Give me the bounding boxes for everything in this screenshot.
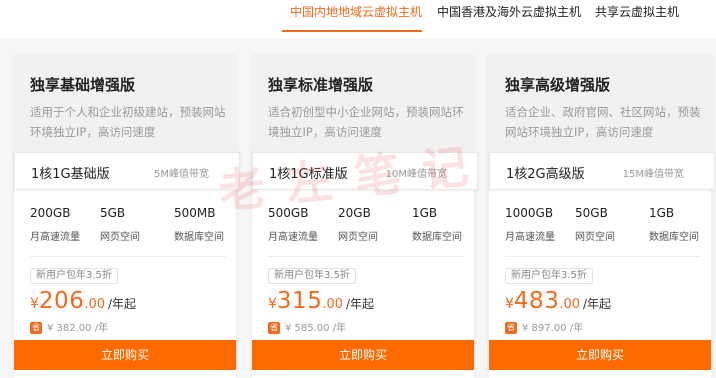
buy-now-button[interactable]: 立即购买 xyxy=(489,340,711,370)
original-price: 省 ¥ 585.00 /年 xyxy=(268,319,346,334)
stat-label: 月高速流量 xyxy=(30,232,80,243)
stat-value: 200GB xyxy=(30,206,71,220)
tab-hongkong-overseas[interactable]: 中国香港及海外云虚拟主机 xyxy=(437,3,581,20)
stat-web-space: 5GB 网页空间 xyxy=(100,206,140,243)
card-header: 独享标准增强版 适合初创型中小企业网站，预装网站环境独立IP，高访问速度 xyxy=(252,56,474,152)
stat-label: 网页空间 xyxy=(575,232,615,243)
original-price: 省 ¥ 382.00 /年 xyxy=(30,319,108,334)
stat-traffic: 1000GB 月高速流量 xyxy=(505,206,555,243)
price: ¥206.00/年起 xyxy=(30,288,136,314)
plan-card-basic: 独享基础增强版 适用于个人和企业初级建站，预装网站环境独立IP，高访问速度 1核… xyxy=(14,56,240,378)
buy-now-button[interactable]: 立即购买 xyxy=(252,340,474,370)
promo-badge: 新用户包年3.5折 xyxy=(268,268,356,284)
tab-mainland[interactable]: 中国内地地域云虚拟主机 xyxy=(290,3,422,20)
currency-symbol: ¥ xyxy=(505,296,514,312)
spec-name: 1核2G高级版 xyxy=(506,167,585,182)
bandwidth-label: 5M峰值带宽 xyxy=(154,169,209,180)
active-tab-indicator xyxy=(282,30,422,32)
original-price: 省 ¥ 897.00 /年 xyxy=(505,319,583,334)
stat-label: 数据库空间 xyxy=(174,232,224,243)
plan-card-standard: 独享标准增强版 适合初创型中小企业网站，预装网站环境独立IP，高访问速度 1核1… xyxy=(252,56,478,378)
spec-selector[interactable]: 1核2G高级版 15M峰值带宽 xyxy=(489,152,715,190)
plan-title: 独享标准增强版 xyxy=(268,76,374,94)
price-integer: 206 xyxy=(38,288,85,314)
spec-selector[interactable]: 1核1G标准版 10M峰值带宽 xyxy=(252,152,478,190)
save-icon: 省 xyxy=(268,322,280,334)
spec-selector[interactable]: 1核1G基础版 5M峰值带宽 xyxy=(14,152,240,190)
plan-title: 独享基础增强版 xyxy=(30,76,136,94)
save-icon: 省 xyxy=(505,322,517,334)
stat-web-space: 50GB 网页空间 xyxy=(575,206,615,243)
spec-name: 1核1G基础版 xyxy=(31,167,110,182)
stat-value: 1GB xyxy=(412,206,438,220)
stat-value: 1GB xyxy=(649,206,675,220)
divider xyxy=(505,256,701,257)
promo-badge: 新用户包年3.5折 xyxy=(30,268,118,284)
stat-label: 数据库空间 xyxy=(649,232,699,243)
bandwidth-label: 10M峰值带宽 xyxy=(385,169,447,180)
stat-label: 月高速流量 xyxy=(268,232,318,243)
price-unit: /年起 xyxy=(346,297,375,311)
bandwidth-label: 15M峰值带宽 xyxy=(622,169,684,180)
price-decimal: .00 xyxy=(559,297,581,312)
stat-value: 500MB xyxy=(174,206,216,220)
stat-value: 1000GB xyxy=(505,206,554,220)
pricing-page: 中国内地地域云虚拟主机 中国香港及海外云虚拟主机 共享云虚拟主机 独享基础增强版… xyxy=(0,0,716,378)
price-unit: /年起 xyxy=(108,297,137,311)
stat-web-space: 20GB 网页空间 xyxy=(338,206,378,243)
spec-name: 1核1G标准版 xyxy=(269,167,348,182)
buy-now-button[interactable]: 立即购买 xyxy=(14,340,236,370)
original-price-text: ¥ 897.00 /年 xyxy=(522,323,584,334)
promo-badge: 新用户包年3.5折 xyxy=(505,268,593,284)
plan-description: 适合初创型中小企业网站，预装网站环境独立IP，高访问速度 xyxy=(268,105,464,139)
card-header: 独享基础增强版 适用于个人和企业初级建站，预装网站环境独立IP，高访问速度 xyxy=(14,56,236,152)
plan-card-advanced: 独享高级增强版 适合企业、政府官网、社区网站，预装网站环境独立IP，高访问速度 … xyxy=(489,56,715,378)
stat-db-space: 1GB 数据库空间 xyxy=(412,206,462,243)
plan-description: 适合企业、政府官网、社区网站，预装网站环境独立IP，高访问速度 xyxy=(505,105,701,139)
price: ¥483.00/年起 xyxy=(505,288,611,314)
save-icon: 省 xyxy=(30,322,42,334)
price-unit: /年起 xyxy=(583,297,612,311)
tab-bar: 中国内地地域云虚拟主机 中国香港及海外云虚拟主机 共享云虚拟主机 xyxy=(0,0,716,38)
tab-shared[interactable]: 共享云虚拟主机 xyxy=(595,3,679,20)
stat-label: 网页空间 xyxy=(338,232,378,243)
plan-description: 适用于个人和企业初级建站，预装网站环境独立IP，高访问速度 xyxy=(30,105,226,139)
stat-db-space: 500MB 数据库空间 xyxy=(174,206,224,243)
stat-value: 500GB xyxy=(268,206,309,220)
stat-traffic: 500GB 月高速流量 xyxy=(268,206,318,243)
stat-label: 数据库空间 xyxy=(412,232,462,243)
price-decimal: .00 xyxy=(322,297,344,312)
stat-label: 月高速流量 xyxy=(505,232,555,243)
stat-label: 网页空间 xyxy=(100,232,140,243)
price-integer: 315 xyxy=(276,288,323,314)
divider xyxy=(268,256,464,257)
price: ¥315.00/年起 xyxy=(268,288,374,314)
price-decimal: .00 xyxy=(84,297,106,312)
original-price-text: ¥ 585.00 /年 xyxy=(285,323,347,334)
currency-symbol: ¥ xyxy=(268,296,277,312)
stat-value: 50GB xyxy=(575,206,608,220)
card-header: 独享高级增强版 适合企业、政府官网、社区网站，预装网站环境独立IP，高访问速度 xyxy=(489,56,711,152)
currency-symbol: ¥ xyxy=(30,296,39,312)
original-price-text: ¥ 382.00 /年 xyxy=(47,323,109,334)
price-integer: 483 xyxy=(513,288,560,314)
stat-value: 20GB xyxy=(338,206,371,220)
stat-db-space: 1GB 数据库空间 xyxy=(649,206,699,243)
stat-traffic: 200GB 月高速流量 xyxy=(30,206,80,243)
plan-title: 独享高级增强版 xyxy=(505,76,611,94)
divider xyxy=(30,256,226,257)
stat-value: 5GB xyxy=(100,206,126,220)
